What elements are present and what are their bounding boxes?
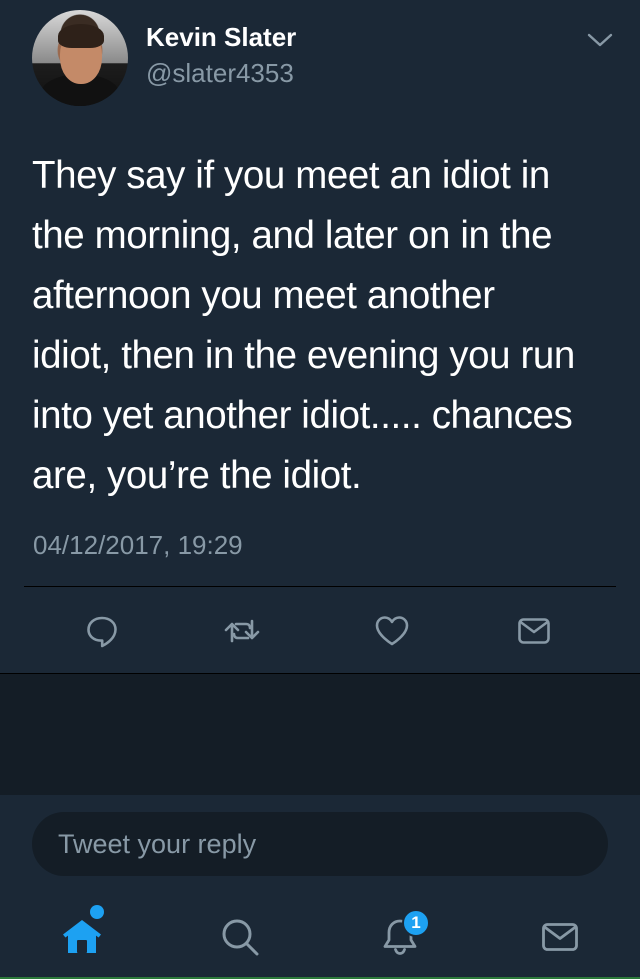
- like-button[interactable]: [366, 605, 418, 657]
- notification-badge: 1: [402, 909, 430, 937]
- tweet-actions: [0, 605, 640, 657]
- tab-messages[interactable]: [534, 911, 586, 963]
- direct-message-button[interactable]: [508, 605, 560, 657]
- chevron-down-icon[interactable]: [586, 30, 614, 50]
- tab-search[interactable]: [214, 911, 266, 963]
- reply-icon: [87, 616, 117, 648]
- tweet-text-line: into yet another idiot..... chances: [32, 394, 573, 437]
- search-icon: [222, 919, 259, 956]
- reply-button[interactable]: [76, 605, 128, 657]
- like-icon: [375, 616, 409, 646]
- avatar[interactable]: [32, 10, 128, 106]
- home-unread-dot: [90, 905, 104, 919]
- divider: [24, 586, 616, 587]
- author-name[interactable]: Kevin Slater: [146, 22, 296, 53]
- author-handle[interactable]: @slater4353: [146, 58, 294, 89]
- reply-composer: Tweet your reply: [0, 795, 640, 895]
- messages-icon: [542, 923, 578, 951]
- retweet-icon: [224, 619, 260, 643]
- retweet-button[interactable]: [216, 605, 268, 657]
- direct-message-icon: [518, 618, 550, 644]
- tweet-text-line: are, you’re the idiot.: [32, 454, 362, 497]
- home-icon: [63, 920, 101, 953]
- tweet-detail: Kevin Slater @slater4353 They say if you…: [0, 0, 640, 673]
- tab-home[interactable]: [56, 905, 108, 963]
- tweet-text-line: afternoon you meet another: [32, 274, 495, 317]
- tab-notifications[interactable]: 1: [374, 909, 430, 963]
- avatar-hair: [58, 24, 104, 48]
- tab-bar: 1: [0, 895, 640, 979]
- tweet-text-line: the morning, and later on in the: [32, 214, 553, 257]
- tweet-text: They say if you meet an idiot in the mor…: [32, 146, 622, 506]
- tweet-timestamp: 04/12/2017, 19:29: [33, 530, 243, 560]
- empty-replies-area: [0, 673, 640, 795]
- tweet-text-line: They say if you meet an idiot in: [32, 154, 550, 197]
- reply-input[interactable]: Tweet your reply: [32, 812, 608, 876]
- tweet-text-line: idiot, then in the evening you run: [32, 334, 575, 377]
